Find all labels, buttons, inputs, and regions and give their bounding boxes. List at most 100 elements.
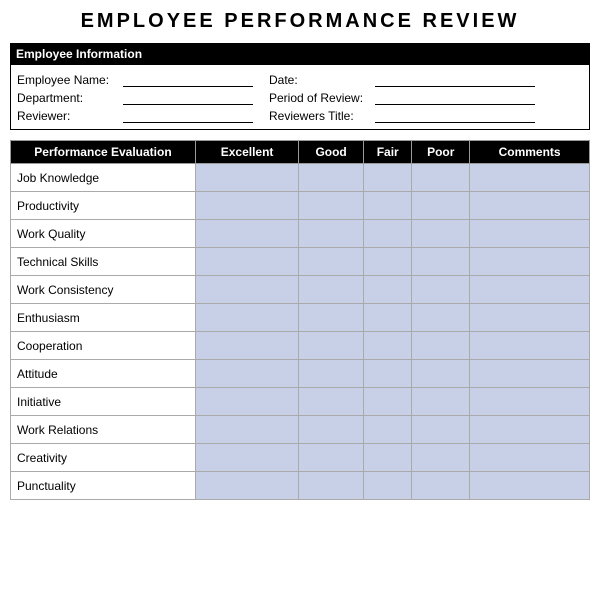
cell-fair[interactable] [364,472,412,500]
cell-excellent[interactable] [196,248,299,276]
row-category-label: Creativity [11,444,196,472]
label-department: Department: [17,91,117,105]
cell-good[interactable] [299,248,364,276]
employee-info-header: Employee Information [10,43,590,65]
cell-poor[interactable] [412,220,470,248]
cell-comments[interactable] [470,472,590,500]
cell-fair[interactable] [364,248,412,276]
cell-good[interactable] [299,304,364,332]
info-row-reviewer-title: Reviewer: Reviewers Title: [17,109,583,123]
cell-comments[interactable] [470,164,590,192]
row-category-label: Technical Skills [11,248,196,276]
row-category-label: Work Consistency [11,276,196,304]
input-reviewer[interactable] [123,109,253,123]
cell-poor[interactable] [412,192,470,220]
info-row-dept-period: Department: Period of Review: [17,91,583,105]
table-row: Cooperation [11,332,590,360]
cell-fair[interactable] [364,444,412,472]
cell-excellent[interactable] [196,220,299,248]
cell-comments[interactable] [470,444,590,472]
input-period[interactable] [375,91,535,105]
cell-poor[interactable] [412,304,470,332]
page-title: EMPLOYEE PERFORMANCE REVIEW [10,10,590,33]
cell-poor[interactable] [412,276,470,304]
cell-fair[interactable] [364,192,412,220]
info-row-name-date: Employee Name: Date: [17,73,583,87]
cell-good[interactable] [299,276,364,304]
cell-fair[interactable] [364,276,412,304]
cell-comments[interactable] [470,220,590,248]
cell-comments[interactable] [470,276,590,304]
table-row: Work Relations [11,416,590,444]
cell-poor[interactable] [412,360,470,388]
cell-good[interactable] [299,164,364,192]
table-header-row: Performance Evaluation Excellent Good Fa… [11,141,590,164]
cell-poor[interactable] [412,416,470,444]
cell-poor[interactable] [412,248,470,276]
col-header-excellent: Excellent [196,141,299,164]
cell-good[interactable] [299,192,364,220]
table-row: Initiative [11,388,590,416]
label-employee-name: Employee Name: [17,73,117,87]
table-row: Work Consistency [11,276,590,304]
cell-comments[interactable] [470,192,590,220]
cell-poor[interactable] [412,444,470,472]
employee-info-section: Employee Information Employee Name: Date… [10,43,590,130]
table-row: Enthusiasm [11,304,590,332]
cell-fair[interactable] [364,304,412,332]
row-category-label: Work Quality [11,220,196,248]
cell-good[interactable] [299,332,364,360]
cell-good[interactable] [299,388,364,416]
cell-good[interactable] [299,472,364,500]
row-category-label: Enthusiasm [11,304,196,332]
cell-good[interactable] [299,444,364,472]
cell-excellent[interactable] [196,388,299,416]
cell-excellent[interactable] [196,444,299,472]
cell-fair[interactable] [364,332,412,360]
cell-excellent[interactable] [196,416,299,444]
cell-excellent[interactable] [196,332,299,360]
table-row: Attitude [11,360,590,388]
cell-fair[interactable] [364,360,412,388]
table-row: Punctuality [11,472,590,500]
table-row: Job Knowledge [11,164,590,192]
input-department[interactable] [123,91,253,105]
cell-comments[interactable] [470,360,590,388]
cell-comments[interactable] [470,388,590,416]
table-row: Technical Skills [11,248,590,276]
cell-fair[interactable] [364,416,412,444]
cell-good[interactable] [299,220,364,248]
col-header-fair: Fair [364,141,412,164]
cell-fair[interactable] [364,388,412,416]
row-category-label: Attitude [11,360,196,388]
row-category-label: Initiative [11,388,196,416]
label-reviewers-title: Reviewers Title: [269,109,369,123]
cell-excellent[interactable] [196,304,299,332]
cell-comments[interactable] [470,416,590,444]
cell-excellent[interactable] [196,472,299,500]
cell-good[interactable] [299,416,364,444]
cell-fair[interactable] [364,220,412,248]
col-header-category: Performance Evaluation [11,141,196,164]
cell-comments[interactable] [470,248,590,276]
input-reviewers-title[interactable] [375,109,535,123]
cell-excellent[interactable] [196,276,299,304]
table-row: Productivity [11,192,590,220]
cell-good[interactable] [299,360,364,388]
cell-excellent[interactable] [196,192,299,220]
cell-comments[interactable] [470,304,590,332]
cell-excellent[interactable] [196,164,299,192]
cell-fair[interactable] [364,164,412,192]
cell-poor[interactable] [412,164,470,192]
input-employee-name[interactable] [123,73,253,87]
cell-poor[interactable] [412,332,470,360]
input-date[interactable] [375,73,535,87]
cell-poor[interactable] [412,388,470,416]
row-category-label: Punctuality [11,472,196,500]
label-date: Date: [269,73,369,87]
label-period: Period of Review: [269,91,369,105]
row-category-label: Productivity [11,192,196,220]
cell-excellent[interactable] [196,360,299,388]
cell-comments[interactable] [470,332,590,360]
cell-poor[interactable] [412,472,470,500]
